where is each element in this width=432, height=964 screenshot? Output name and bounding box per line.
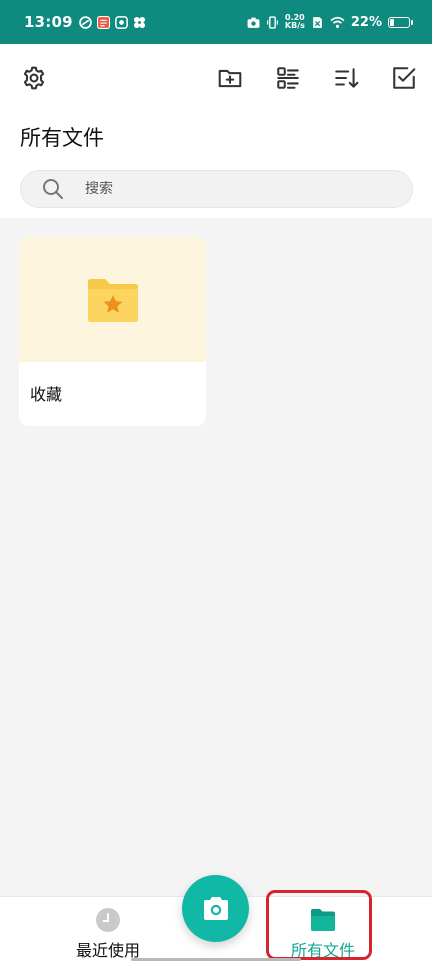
nav-icon-wrap <box>310 907 336 933</box>
fan-notification-icon <box>133 16 145 28</box>
settings-icon <box>23 66 45 90</box>
nav-all-files[interactable]: 所有文件 <box>268 897 378 964</box>
wifi-icon <box>330 16 345 28</box>
folder-card-favorites[interactable]: 收藏 <box>19 237 206 426</box>
sort-icon <box>335 68 359 88</box>
search-icon <box>43 179 63 199</box>
folder-name: 收藏 <box>30 385 63 404</box>
camera-icon <box>203 896 228 920</box>
app-notification-icon <box>114 15 128 29</box>
settings-button[interactable] <box>18 62 50 94</box>
select-button[interactable] <box>388 62 420 94</box>
new-folder-icon <box>218 69 242 88</box>
view-list-icon <box>277 67 299 89</box>
news-notification-icon <box>96 15 110 29</box>
search-bar[interactable] <box>20 170 413 208</box>
header: 所有文件 <box>0 44 432 218</box>
folder-thumbnail <box>19 237 206 362</box>
clock-icon <box>96 908 120 932</box>
network-speed: 0.20 KB/s <box>285 14 305 30</box>
camera-scan-button[interactable] <box>182 875 249 942</box>
nav-label-recent: 最近使用 <box>75 941 140 960</box>
home-indicator[interactable] <box>131 958 301 961</box>
view-mode-button[interactable] <box>272 62 304 94</box>
notification-icons <box>78 15 146 29</box>
status-bar: 13:09 0.20 KB/s 22% <box>0 0 432 44</box>
battery-icon <box>388 16 413 28</box>
network-speed-unit: KB/s <box>284 21 305 30</box>
star-folder-icon <box>87 278 138 322</box>
vibrate-icon <box>266 15 278 29</box>
nav-recent[interactable]: 最近使用 <box>53 897 163 964</box>
battery-level <box>390 18 394 26</box>
folder-open-icon <box>311 909 335 931</box>
nav-label-all-files: 所有文件 <box>290 941 355 960</box>
camera-status-icon <box>247 17 260 28</box>
status-right: 0.20 KB/s 22% <box>247 14 413 30</box>
select-icon <box>393 67 416 89</box>
battery-percent: 22% <box>350 14 382 30</box>
app-notification-icon <box>78 15 92 29</box>
status-time: 13:09 <box>24 13 73 31</box>
sim-icon <box>313 16 322 28</box>
new-folder-button[interactable] <box>214 62 246 94</box>
search-input[interactable] <box>85 181 365 197</box>
nav-icon-wrap <box>95 907 121 933</box>
sort-button[interactable] <box>330 62 362 94</box>
page-title: 所有文件 <box>20 126 104 150</box>
